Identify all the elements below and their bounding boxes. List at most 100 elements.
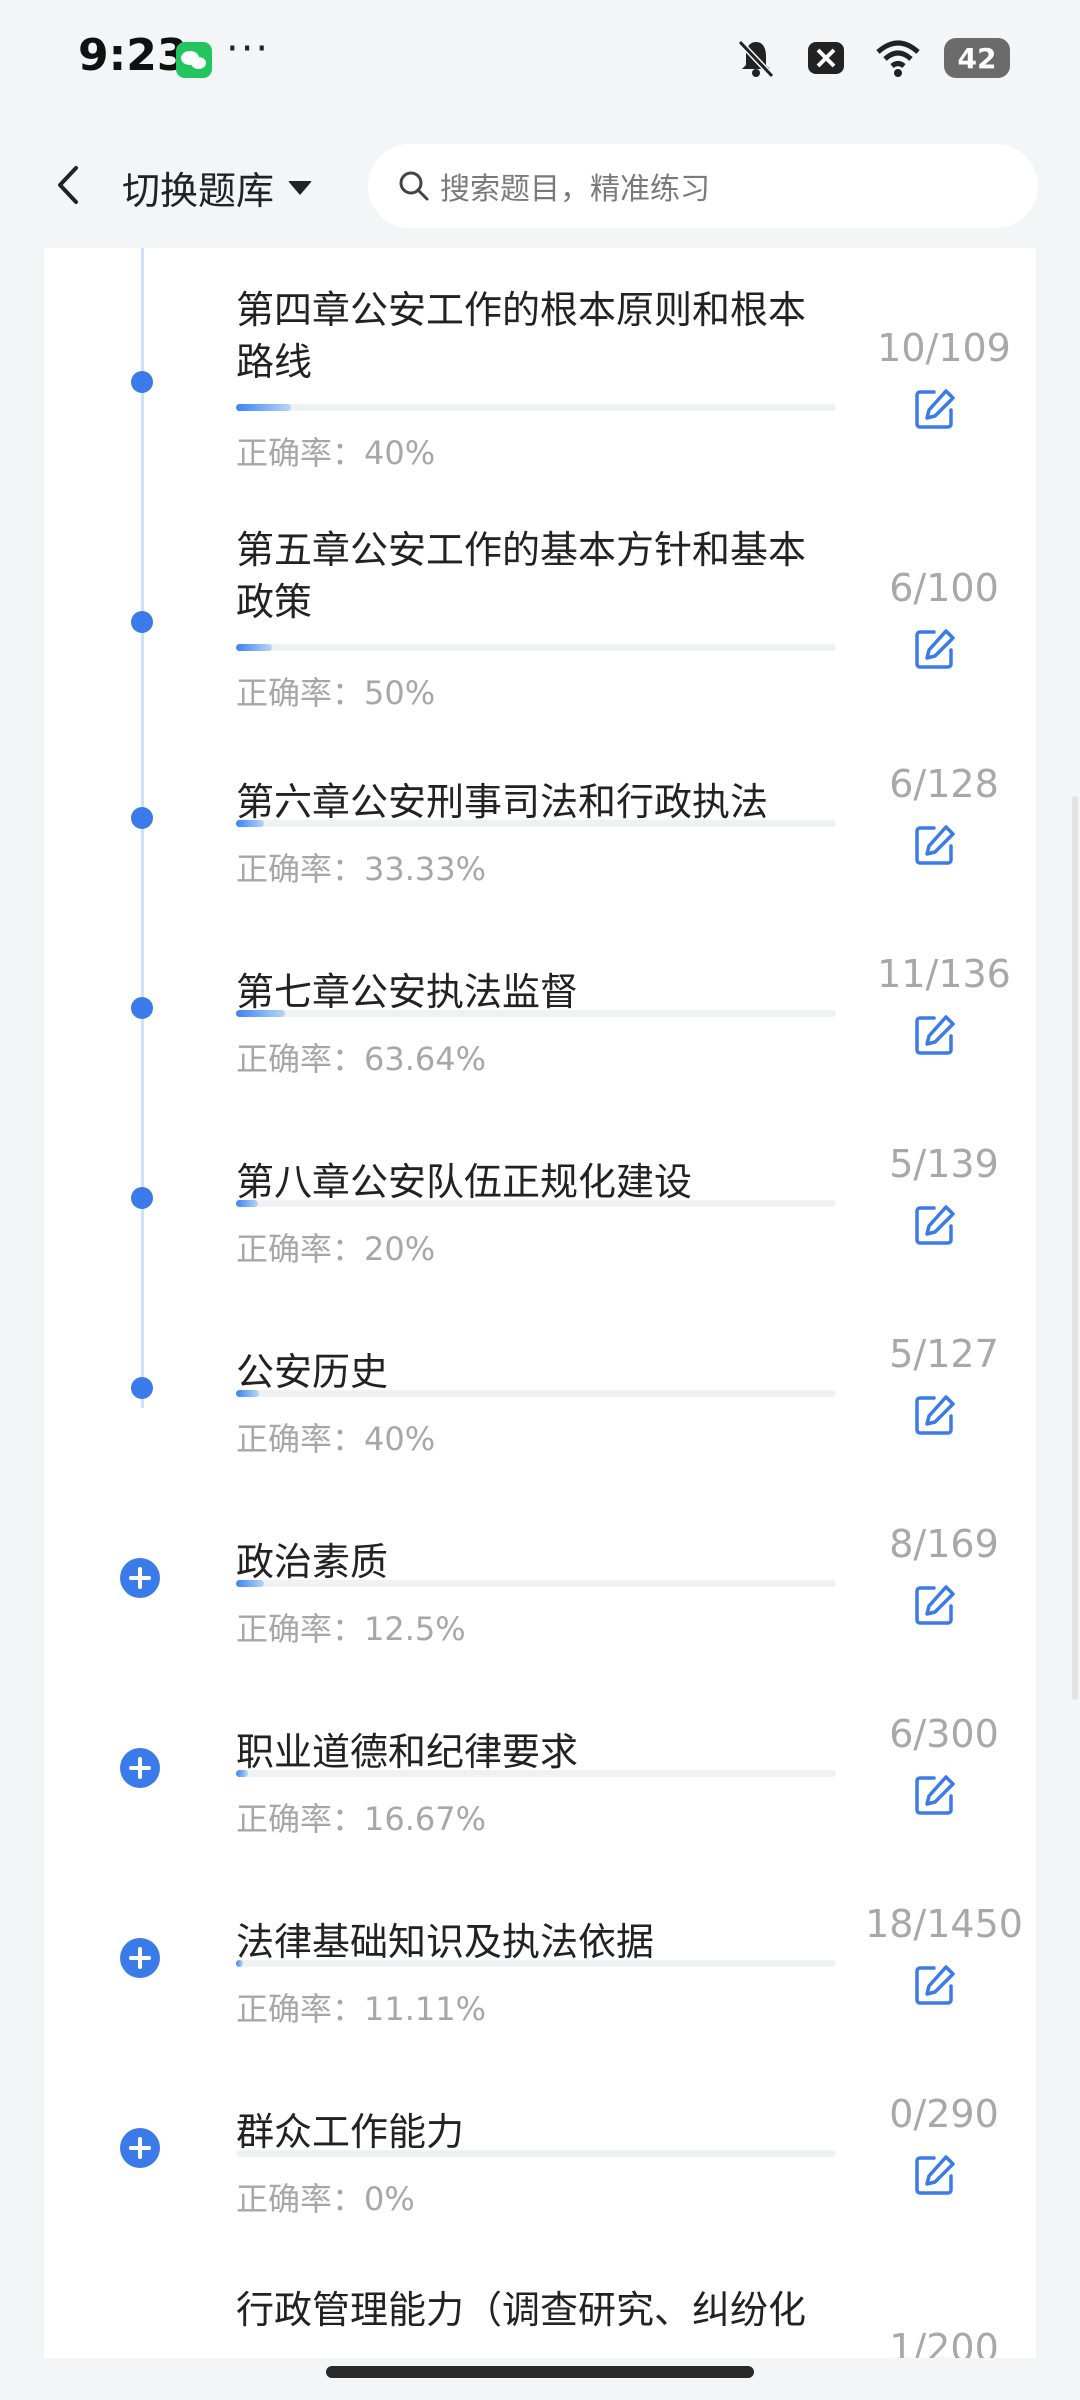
question-count: 1/200 bbox=[889, 2326, 999, 2358]
question-count: 6/300 bbox=[889, 1712, 999, 1756]
accuracy-rate: 正确率：16.67% bbox=[236, 1794, 486, 1840]
wifi-icon bbox=[874, 36, 920, 80]
accuracy-value: 50% bbox=[364, 674, 436, 712]
chapter-item[interactable]: 公安历史 正确率：40% 5/127 bbox=[44, 1298, 1036, 1488]
accuracy-label: 正确率： bbox=[236, 674, 365, 712]
timeline-dot bbox=[131, 371, 153, 393]
progress-bar bbox=[236, 2150, 836, 2157]
chapter-list: 第四章公安工作的根本原则和根本路线 正确率：40% 10/109 第五章公安工作的基本… bbox=[44, 248, 1036, 2358]
chapter-item[interactable]: 群众工作能力 正确率：0% 0/290 bbox=[44, 2058, 1036, 2248]
chevron-left-icon bbox=[58, 166, 78, 204]
progress-bar bbox=[236, 1200, 836, 1207]
accuracy-value: 40% bbox=[364, 1420, 436, 1458]
battery-icon: 42 bbox=[944, 38, 1010, 78]
wechat-notification-icon bbox=[176, 42, 212, 78]
search-input[interactable]: 搜索题目，精准练习 bbox=[368, 144, 1038, 228]
progress-fill bbox=[236, 1010, 285, 1017]
accuracy-value: 11.11% bbox=[364, 1990, 487, 2028]
accuracy-label: 正确率： bbox=[236, 434, 365, 472]
progress-fill bbox=[236, 820, 264, 827]
chapter-item[interactable]: 第五章公安工作的基本方针和基本政策 正确率：50% 6/100 bbox=[44, 488, 1036, 712]
edit-practice-icon[interactable] bbox=[912, 1202, 958, 1248]
accuracy-label: 正确率： bbox=[236, 1230, 365, 1268]
accuracy-rate: 正确率：40% bbox=[236, 428, 435, 474]
chapter-item[interactable]: 第四章公安工作的根本原则和根本路线正确率：40% 10/109 bbox=[44, 248, 1036, 472]
accuracy-rate: 正确率：12.5% bbox=[236, 1604, 466, 1650]
progress-bar bbox=[236, 1390, 836, 1397]
caret-down-icon bbox=[288, 180, 313, 195]
edit-practice-icon[interactable] bbox=[912, 822, 958, 868]
progress-fill bbox=[236, 1200, 258, 1207]
chapter-item[interactable]: 政治素质 正确率：12.5% 8/169 bbox=[44, 1488, 1036, 1678]
accuracy-rate: 正确率：50% bbox=[236, 668, 435, 714]
more-notifications-icon: ··· bbox=[226, 26, 271, 72]
progress-bar bbox=[236, 1770, 836, 1777]
expand-plus-icon[interactable] bbox=[120, 1938, 160, 1978]
question-count: 18/1450 bbox=[865, 1902, 1023, 1946]
chapter-title: 第五章公安工作的基本方针和基本政策 bbox=[236, 528, 807, 624]
edit-practice-icon[interactable] bbox=[912, 1772, 958, 1818]
progress-bar bbox=[236, 404, 836, 411]
accuracy-label: 正确率： bbox=[236, 1610, 365, 1648]
accuracy-value: 16.67% bbox=[364, 1800, 487, 1838]
progress-fill bbox=[236, 644, 272, 651]
accuracy-value: 12.5% bbox=[364, 1610, 466, 1648]
accuracy-label: 正确率： bbox=[236, 1040, 365, 1078]
question-count: 6/128 bbox=[889, 762, 999, 806]
chapter-title: 行政管理能力（调查研究、纠纷化 bbox=[236, 2288, 807, 2332]
progress-bar bbox=[236, 1010, 836, 1017]
chapter-item[interactable]: 第六章公安刑事司法和行政执法 正确率：33.33% 6/128 bbox=[44, 728, 1036, 918]
timeline-dot bbox=[131, 807, 153, 829]
progress-fill bbox=[236, 1580, 264, 1587]
timeline-dot bbox=[131, 997, 153, 1019]
expand-plus-icon[interactable] bbox=[120, 1748, 160, 1788]
accuracy-rate: 正确率：40% bbox=[236, 1414, 435, 1460]
accuracy-value: 40% bbox=[364, 434, 436, 472]
accuracy-rate: 正确率：33.33% bbox=[236, 844, 486, 890]
search-icon bbox=[399, 171, 429, 201]
edit-practice-icon[interactable] bbox=[912, 2152, 958, 2198]
accuracy-rate: 正确率：11.11% bbox=[236, 1984, 486, 2030]
chapter-title: 第四章公安工作的根本原则和根本路线 bbox=[236, 288, 807, 384]
edit-practice-icon[interactable] bbox=[912, 1582, 958, 1628]
accuracy-rate: 正确率：63.64% bbox=[236, 1034, 486, 1080]
progress-bar bbox=[236, 644, 836, 651]
progress-fill bbox=[236, 1960, 243, 1967]
accuracy-rate: 正确率：20% bbox=[236, 1224, 435, 1270]
switch-question-bank-label: 切换题库 bbox=[122, 169, 275, 213]
close-box-icon bbox=[804, 36, 848, 80]
accuracy-label: 正确率： bbox=[236, 1420, 365, 1458]
progress-fill bbox=[236, 1770, 248, 1777]
question-count: 8/169 bbox=[889, 1522, 999, 1566]
chapter-item[interactable]: 行政管理能力（调查研究、纠纷化 1/200 bbox=[44, 2248, 1036, 2358]
accuracy-label: 正确率： bbox=[236, 1800, 365, 1838]
status-bar: 9:23 ··· 42 bbox=[0, 0, 1080, 120]
chapter-item[interactable]: 第七章公安执法监督 正确率：63.64% 11/136 bbox=[44, 918, 1036, 1108]
expand-plus-icon[interactable] bbox=[120, 1558, 160, 1598]
edit-practice-icon[interactable] bbox=[912, 386, 958, 432]
question-count: 5/139 bbox=[889, 1142, 999, 1186]
chapter-item[interactable]: 第八章公安队伍正规化建设 正确率：20% 5/139 bbox=[44, 1108, 1036, 1298]
edit-practice-icon[interactable] bbox=[912, 1392, 958, 1438]
back-button[interactable] bbox=[44, 160, 94, 210]
chapter-item[interactable]: 职业道德和纪律要求 正确率：16.67% 6/300 bbox=[44, 1678, 1036, 1868]
accuracy-value: 63.64% bbox=[364, 1040, 487, 1078]
switch-question-bank-button[interactable]: 切换题库 bbox=[122, 160, 313, 215]
bell-muted-icon bbox=[734, 36, 778, 80]
progress-fill bbox=[236, 1390, 259, 1397]
home-indicator[interactable] bbox=[326, 2366, 754, 2378]
edit-practice-icon[interactable] bbox=[912, 1012, 958, 1058]
question-count: 10/109 bbox=[877, 326, 1011, 370]
accuracy-value: 0% bbox=[364, 2180, 415, 2218]
accuracy-value: 33.33% bbox=[364, 850, 487, 888]
question-count: 0/290 bbox=[889, 2092, 999, 2136]
expand-plus-icon[interactable] bbox=[120, 2128, 160, 2168]
edit-practice-icon[interactable] bbox=[912, 1962, 958, 2008]
progress-fill bbox=[236, 404, 291, 411]
scrollbar[interactable] bbox=[1072, 796, 1078, 1700]
timeline-dot bbox=[131, 1377, 153, 1399]
edit-practice-icon[interactable] bbox=[912, 626, 958, 672]
chapter-item[interactable]: 法律基础知识及执法依据 正确率：11.11% 18/1450 bbox=[44, 1868, 1036, 2058]
timeline-dot bbox=[131, 611, 153, 633]
progress-bar bbox=[236, 1960, 836, 1967]
